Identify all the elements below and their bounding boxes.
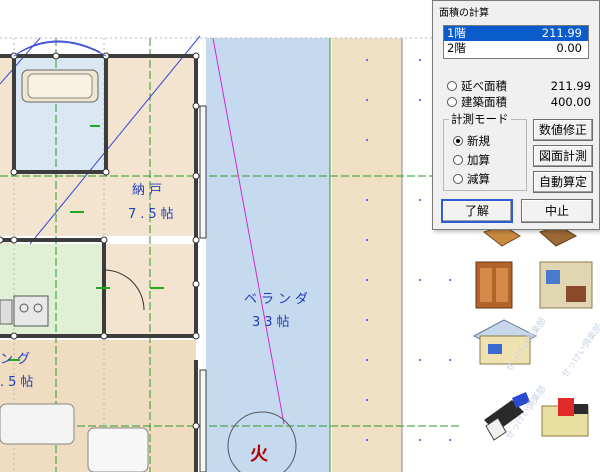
room-living-size: .5帖 xyxy=(0,375,38,390)
mode-subtract-label: 減算 xyxy=(467,172,490,186)
building-area-label: 建築面積 xyxy=(461,95,507,109)
room-living-name: ング xyxy=(0,352,35,367)
measure-drawing-button[interactable]: 図面計測 xyxy=(533,145,593,167)
room-storage-size: 7.5帖 xyxy=(128,207,178,222)
ok-button[interactable]: 了解 xyxy=(441,199,513,223)
fire-mark: 火 xyxy=(250,444,268,465)
edit-value-button[interactable]: 数値修正 xyxy=(533,119,593,141)
floor-list[interactable]: 1階 211.99 2階 0.00 xyxy=(443,25,589,59)
total-floor-area-label: 延べ面積 xyxy=(461,79,507,93)
measure-mode-label: 計測モード xyxy=(449,111,511,127)
cancel-button[interactable]: 中止 xyxy=(521,199,593,223)
radio-icon[interactable] xyxy=(453,173,463,184)
radio-icon[interactable] xyxy=(453,154,463,165)
mode-new-option[interactable]: 新規 xyxy=(453,134,523,148)
floor-value: 0.00 xyxy=(556,41,582,55)
floor-row-2[interactable]: 2階 0.00 xyxy=(444,41,588,56)
mode-add-label: 加算 xyxy=(467,153,490,167)
room-veranda-name: ベランダ xyxy=(244,292,313,307)
building-area-value: 400.00 xyxy=(550,95,591,109)
total-floor-area-value: 211.99 xyxy=(550,79,591,93)
auto-calc-button[interactable]: 自動算定 xyxy=(533,171,593,193)
mode-subtract-option[interactable]: 減算 xyxy=(453,172,523,186)
area-calculation-dialog: 面積の計算 1階 211.99 2階 0.00 延べ面積 211.99 建築面積… xyxy=(432,0,600,230)
mode-add-option[interactable]: 加算 xyxy=(453,153,523,167)
room-storage-name: 納戸 xyxy=(132,183,167,198)
radio-icon[interactable] xyxy=(453,135,463,146)
floor-row-1[interactable]: 1階 211.99 xyxy=(444,26,588,41)
mode-new-label: 新規 xyxy=(467,134,490,148)
dialog-title: 面積の計算 xyxy=(439,8,489,19)
total-floor-area-option[interactable]: 延べ面積 211.99 xyxy=(447,79,591,93)
radio-icon[interactable] xyxy=(447,96,457,107)
floor-value: 211.99 xyxy=(541,26,582,40)
floor-label: 2階 xyxy=(447,41,466,55)
radio-icon[interactable] xyxy=(447,80,457,91)
building-area-option[interactable]: 建築面積 400.00 xyxy=(447,95,591,109)
room-veranda-size: 33帖 xyxy=(252,315,294,330)
floor-label: 1階 xyxy=(447,26,466,40)
